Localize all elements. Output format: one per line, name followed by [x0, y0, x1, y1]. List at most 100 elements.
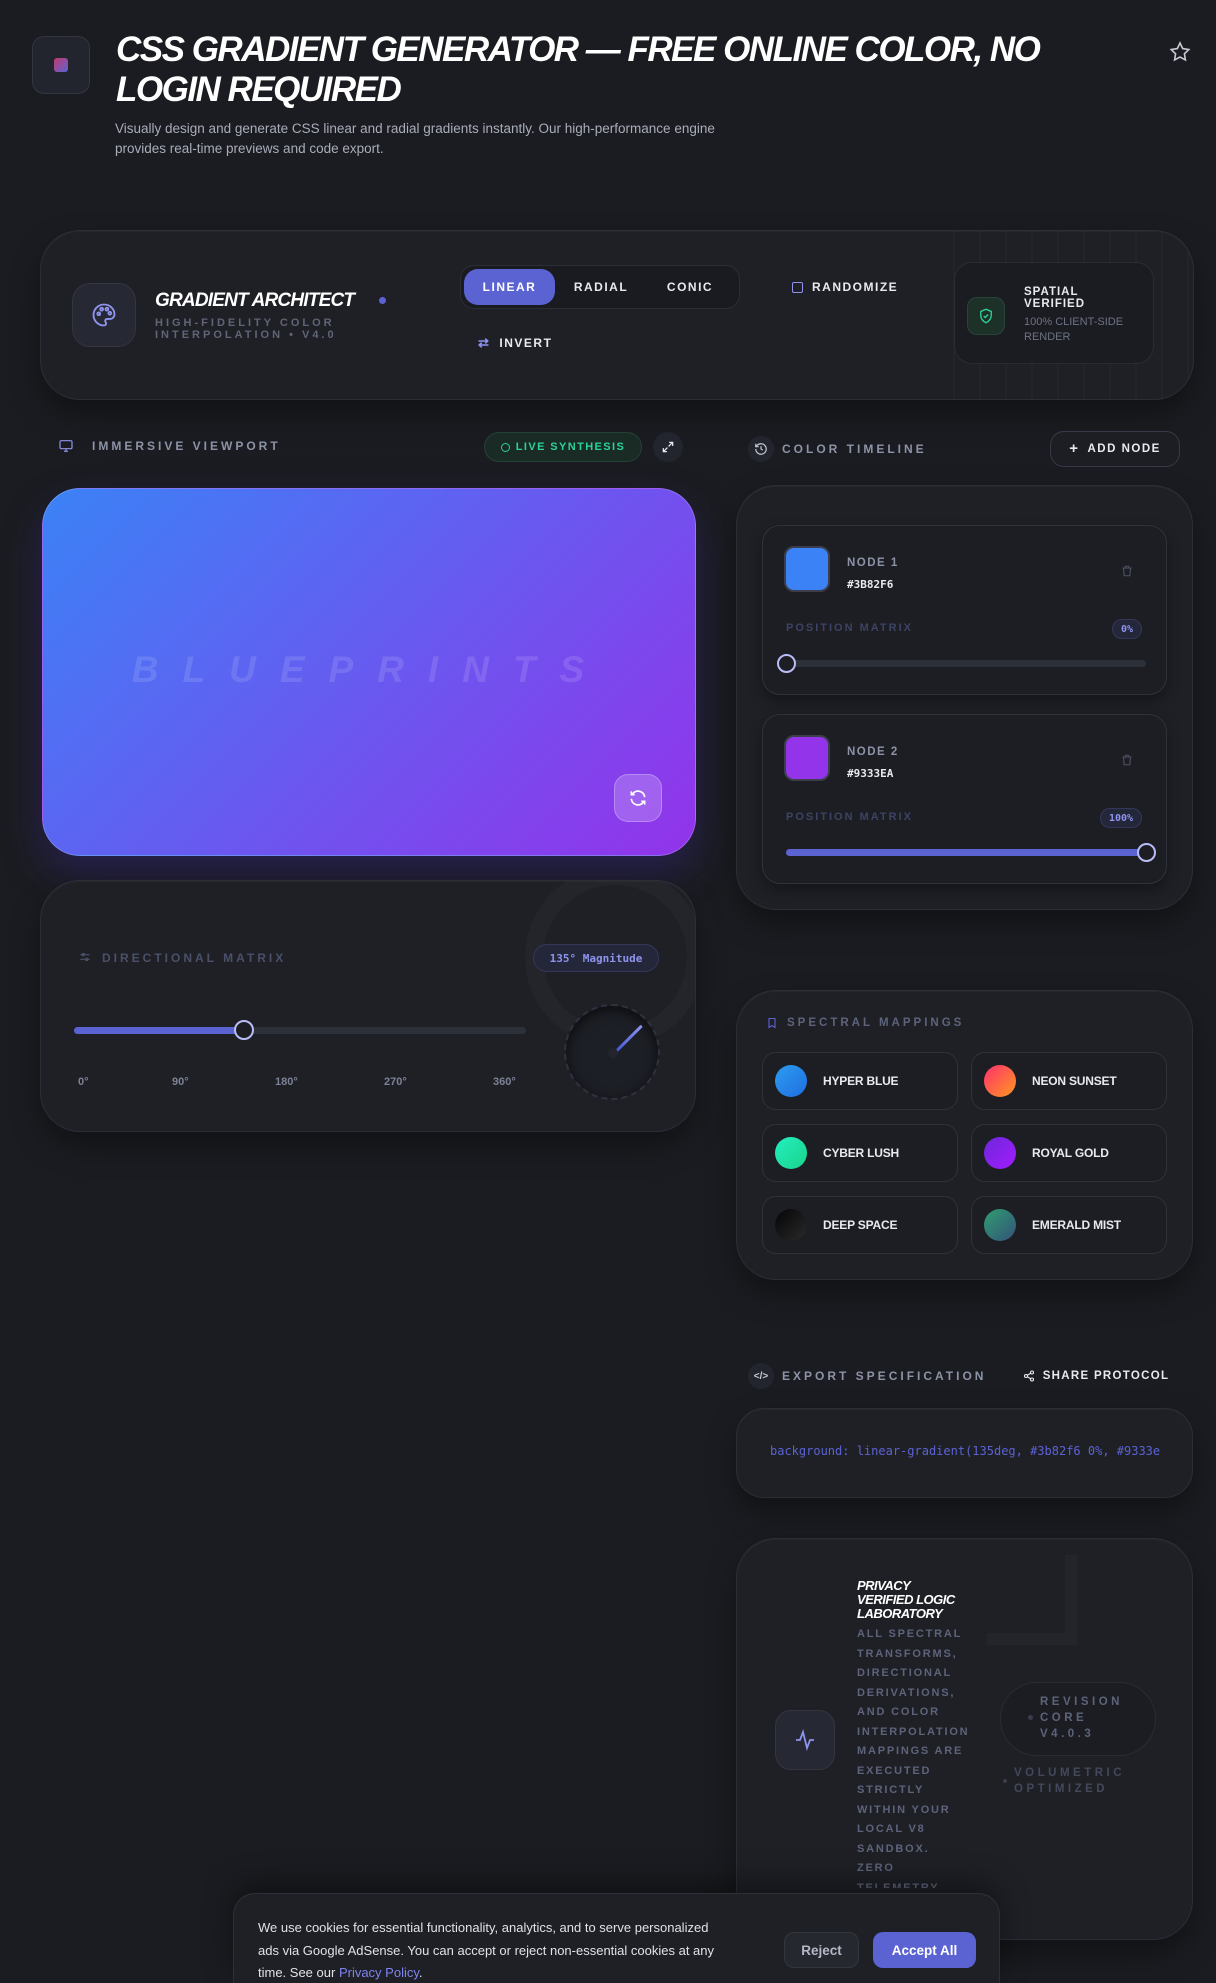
preset-cyber-lush[interactable]: CYBER LUSH	[762, 1124, 958, 1182]
mode-tab-linear[interactable]: LINEAR	[464, 269, 555, 305]
badge-title-line-2: VERIFIED	[1024, 298, 1086, 310]
preset-deep-space[interactable]: DEEP SPACE	[762, 1196, 958, 1254]
preset-royal-gold[interactable]: ROYAL GOLD	[971, 1124, 1167, 1182]
node-2-position-fill	[786, 849, 1146, 856]
add-node-button[interactable]: + ADD NODE	[1050, 431, 1180, 467]
mode-tab-radial[interactable]: RADIAL	[558, 269, 644, 305]
cookie-message: We use cookies for essential functionali…	[258, 1917, 778, 1983]
privacy-body-line: WITHIN YOUR	[857, 1803, 951, 1816]
palette-icon	[92, 303, 116, 327]
node-2-position-badge: 100%	[1100, 808, 1142, 828]
cookie-message-line-1: We use cookies for essential functionali…	[258, 1920, 709, 1935]
badge-subtitle: 100% CLIENT-SIDE RENDER	[1024, 315, 1123, 345]
history-icon	[748, 436, 774, 462]
export-label: EXPORT SPECIFICATION	[782, 1369, 987, 1383]
code-icon: </>	[748, 1363, 774, 1389]
export-code-block[interactable]: background: linear-gradient(135deg, #3b8…	[736, 1408, 1193, 1498]
invert-label: INVERT	[499, 336, 553, 350]
magnitude-badge: 135° Magnitude	[533, 944, 659, 972]
preset-deep-space-label: DEEP SPACE	[823, 1218, 898, 1232]
badge-subtitle-line-2: RENDER	[1024, 331, 1071, 343]
privacy-body-line: ALL SPECTRAL	[857, 1628, 963, 1640]
privacy-body: ALL SPECTRAL TRANSFORMS, DIRECTIONAL DER…	[857, 1625, 969, 1888]
preset-neon-sunset-swatch	[984, 1065, 1016, 1097]
randomize-icon	[792, 281, 803, 293]
preset-hyper-blue-label: HYPER BLUE	[823, 1074, 899, 1088]
node-2-hex: #9333EA	[847, 767, 894, 780]
favorite-star-icon[interactable]	[1168, 40, 1192, 64]
node-1-delete-icon[interactable]	[1120, 564, 1134, 578]
node-1-position-thumb[interactable]	[777, 654, 796, 673]
invert-button[interactable]: ⇄ INVERT	[468, 325, 578, 361]
privacy-body-line: TRANSFORMS,	[857, 1647, 958, 1660]
spectral-label: SPECTRAL MAPPINGS	[787, 1017, 965, 1029]
node-1-position-badge: 0%	[1112, 619, 1142, 639]
node-2-delete-icon[interactable]	[1120, 753, 1134, 767]
preset-emerald-mist[interactable]: EMERALD MIST	[971, 1196, 1167, 1254]
preset-emerald-mist-swatch	[984, 1209, 1016, 1241]
cookie-message-prefix: time. See our	[258, 1965, 339, 1980]
preset-hyper-blue[interactable]: HYPER BLUE	[762, 1052, 958, 1110]
revision-dot	[1028, 1715, 1033, 1720]
privacy-body-line: LOCAL V8	[857, 1823, 926, 1835]
privacy-body-line: DERIVATIONS,	[857, 1686, 956, 1699]
node-2-position-thumb[interactable]	[1137, 843, 1156, 862]
refresh-icon	[630, 790, 646, 806]
live-synthesis-label: LIVE SYNTHESIS	[515, 441, 626, 453]
brand-title: GRADIENT ARCHITECT	[155, 290, 355, 311]
page-subtitle-line-1: Visually design and generate CSS linear …	[115, 121, 715, 136]
preset-royal-gold-swatch	[984, 1137, 1016, 1169]
monitor-icon	[59, 440, 73, 452]
revision-line-3: V4.0.3	[1040, 1728, 1095, 1740]
logo-mark-icon	[54, 58, 68, 72]
revision-line-1: REVISION	[1040, 1696, 1123, 1708]
randomize-button[interactable]: RANDOMIZE	[780, 269, 900, 305]
privacy-body-line: STRICTLY	[857, 1784, 925, 1796]
badge-title-line-1: SPATIAL	[1024, 286, 1079, 298]
reject-cookies-button[interactable]: Reject	[784, 1932, 859, 1968]
preview-watermark: BLUEPRINTS	[131, 649, 609, 690]
gradient-preview: BLUEPRINTS	[42, 488, 696, 856]
angle-dial[interactable]	[564, 1004, 660, 1100]
node-1-name: NODE 1	[847, 557, 899, 569]
viewport-label: IMMERSIVE VIEWPORT	[92, 439, 281, 453]
shield-check-icon	[980, 308, 992, 324]
refresh-preview-button[interactable]	[614, 774, 662, 822]
fullscreen-button[interactable]	[653, 432, 683, 462]
preset-hyper-blue-swatch	[775, 1065, 807, 1097]
brand-icon-box	[72, 283, 136, 347]
privacy-body-line: ZERO	[857, 1862, 895, 1874]
share-protocol-button[interactable]: SHARE PROTOCOL	[1016, 1360, 1176, 1392]
cookie-message-line-2: ads via Google AdSense. You can accept o…	[258, 1942, 715, 1958]
page-title: CSS GRADIENT GENERATOR — FREE ONLINE COL…	[116, 30, 1076, 110]
privacy-body-line: MAPPINGS ARE	[857, 1745, 964, 1757]
privacy-title-line-1: PRIVACY	[857, 1578, 911, 1593]
mode-tab-conic[interactable]: CONIC	[647, 269, 733, 305]
node-1-position-track[interactable]	[786, 660, 1146, 667]
volumetric-line-2: OPTIMIZED	[1014, 1783, 1109, 1795]
export-code-text[interactable]: background: linear-gradient(135deg, #3b8…	[770, 1444, 1160, 1458]
dial-center	[608, 1048, 618, 1058]
cookie-message-line-3: time. See our Privacy Policy.	[258, 1962, 778, 1983]
badge-title: SPATIAL VERIFIED	[1024, 286, 1085, 310]
randomize-label: RANDOMIZE	[812, 280, 899, 294]
share-icon	[1023, 1370, 1034, 1382]
accept-cookies-button[interactable]: Accept All	[873, 1932, 976, 1968]
node-1-color-swatch[interactable]	[784, 546, 830, 592]
revision-text: REVISION CORE V4.0.3	[1040, 1694, 1123, 1742]
brand-status-dot	[379, 297, 386, 304]
privacy-title-line-3: LABORATORY	[857, 1606, 943, 1621]
share-protocol-label: SHARE PROTOCOL	[1042, 1370, 1170, 1382]
privacy-policy-link[interactable]: Privacy Policy	[339, 1965, 419, 1980]
plus-icon: +	[1069, 440, 1080, 457]
angle-slider-thumb[interactable]	[233, 1020, 254, 1040]
node-2-color-swatch[interactable]	[784, 735, 830, 781]
privacy-body-line: TELEMETRY	[857, 1881, 940, 1889]
expand-icon	[662, 441, 674, 453]
privacy-title: PRIVACY VERIFIED LOGIC LABORATORY	[857, 1579, 955, 1621]
angle-tick-180: 180°	[275, 1076, 298, 1088]
volumetric-line-1: VOLUMETRIC	[1014, 1767, 1126, 1779]
preset-neon-sunset[interactable]: NEON SUNSET	[971, 1052, 1167, 1110]
privacy-corner-decoration	[987, 1555, 1077, 1645]
bookmark-icon	[768, 1017, 776, 1029]
